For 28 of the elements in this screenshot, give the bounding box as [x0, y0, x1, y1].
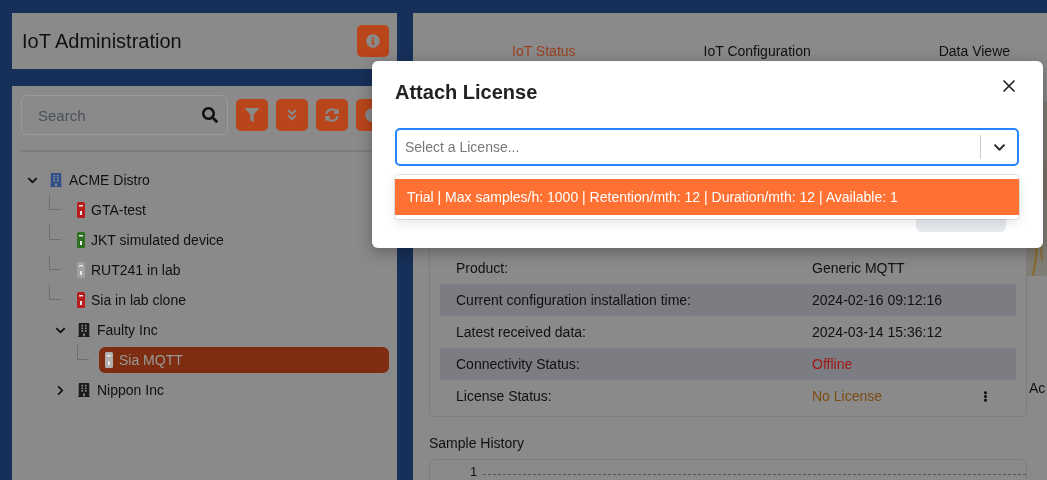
- field-label: Product:: [456, 260, 510, 276]
- section-title: Sample History: [429, 435, 525, 451]
- license-select[interactable]: Select a License...: [395, 128, 1019, 166]
- tree-item[interactable]: JKT simulated device: [71, 227, 230, 253]
- field-value: No License: [812, 388, 884, 404]
- field-label: Connectivity Status:: [456, 356, 581, 372]
- section-title: Ac: [1029, 380, 1047, 396]
- dropdown-option[interactable]: Trial | Max samples/h: 1000 | Retention/mth: 12 | Duration/mth: 12 | Available: 1: [395, 179, 1019, 215]
- tree-item[interactable]: Faulty Inc: [71, 317, 164, 343]
- tree-item[interactable]: RUT241 in lab: [71, 257, 187, 283]
- tree-item[interactable]: Sia in lab clone: [71, 287, 192, 313]
- app-title: IoT Administration: [22, 29, 182, 53]
- search-field[interactable]: Search: [21, 95, 228, 135]
- field-label: Current configuration installation time:: [456, 292, 692, 308]
- field-value: 2024-03-14 15:36:12: [812, 324, 943, 340]
- field-label: Latest received data:: [456, 324, 587, 340]
- tab[interactable]: Data Viewe: [938, 42, 1011, 59]
- tab[interactable]: IoT Configuration: [703, 42, 811, 59]
- field-value: Offline: [812, 356, 854, 372]
- tree-item[interactable]: ACME Distro: [43, 167, 156, 193]
- dialog-title: Attach License: [395, 81, 538, 104]
- field-value: 2024-02-16 09:12:16: [812, 292, 943, 308]
- axis-label: 1: [470, 464, 478, 479]
- tree-item[interactable]: GTA-test: [71, 197, 152, 223]
- field-label: License Status:: [456, 388, 553, 404]
- tree-item[interactable]: Sia MQTT: [99, 347, 389, 373]
- field-value: Generic MQTT: [812, 260, 906, 276]
- tree-item[interactable]: Nippon Inc: [71, 377, 170, 403]
